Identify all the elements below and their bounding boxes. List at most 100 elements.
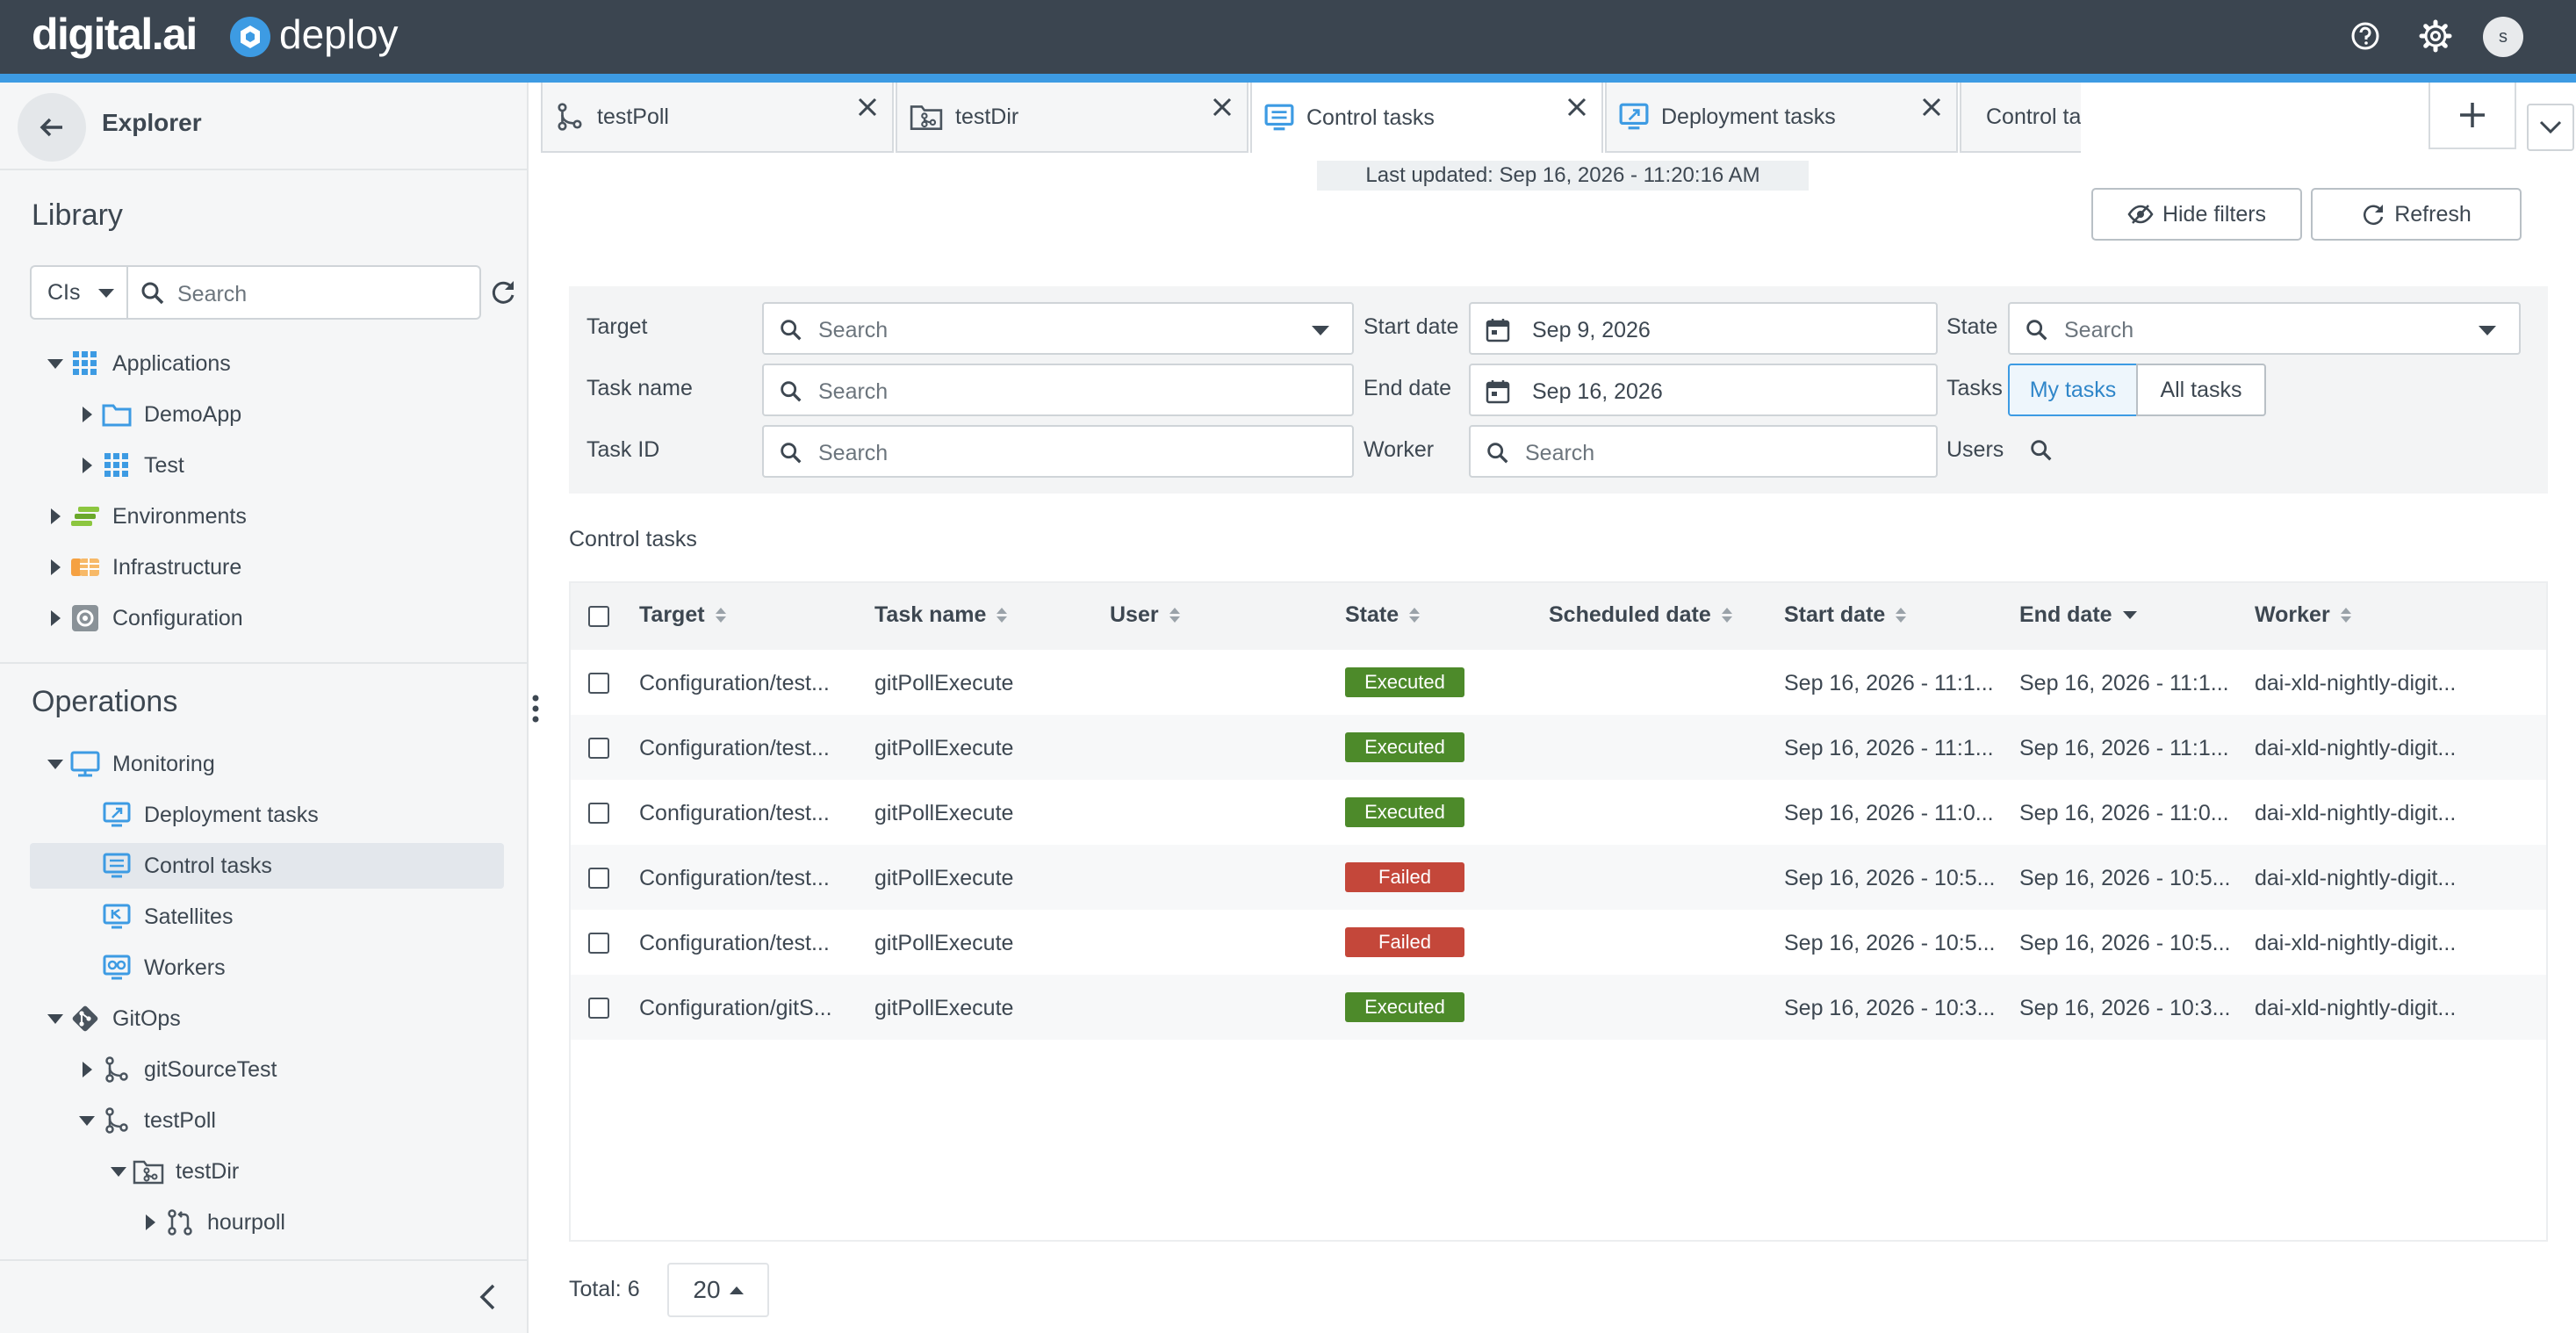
refresh-button[interactable]: Refresh [2311,188,2522,241]
column-start-date[interactable]: Start date [1784,602,1907,628]
tab-control-tasks[interactable]: Control tasks [1250,83,1603,153]
table-row[interactable]: Configuration/test... gitPollExecute Exe… [571,715,2546,780]
tree-item-test[interactable]: Test [76,443,184,488]
chevron-down-icon [79,1115,95,1126]
page-size-select[interactable]: 20 [667,1263,769,1317]
ci-type-select[interactable]: CIs [30,265,128,320]
tree-item-deployment-tasks[interactable]: Deployment tasks [76,792,319,838]
divider [0,662,529,664]
control-tasks-icon [98,853,135,879]
worker-filter-input[interactable]: Search [1469,425,1938,478]
search-icon [141,282,164,305]
caret-down-icon[interactable] [2479,326,2496,335]
row-checkbox[interactable] [588,933,609,954]
cell-target[interactable]: Configuration/test... [639,866,830,891]
row-checkbox[interactable] [588,738,609,759]
search-placeholder: Search [818,379,889,404]
caret-down-icon[interactable] [1312,326,1329,335]
start-date-input[interactable]: Sep 9, 2026 [1469,302,1938,355]
tree-item-testdir[interactable]: testDir [107,1149,239,1194]
cell-target[interactable]: Configuration/test... [639,801,830,826]
row-checkbox[interactable] [588,803,609,824]
tree-item-satellites[interactable]: Satellites [76,894,233,940]
column-state[interactable]: State [1345,602,1421,628]
cell-end-date: Sep 16, 2026 - 11:1... [2019,671,2229,695]
tab-deployment-tasks[interactable]: Deployment tasks [1605,83,1958,153]
close-icon[interactable] [1565,95,1589,119]
column-user[interactable]: User [1110,602,1180,628]
target-filter-label: Target [586,314,648,339]
end-date-input[interactable]: Sep 16, 2026 [1469,364,1938,416]
add-tab-button[interactable] [2428,83,2516,149]
select-all-checkbox[interactable] [588,606,609,627]
row-checkbox[interactable] [588,673,609,694]
close-icon[interactable] [1919,95,1944,119]
task-id-filter-input[interactable]: Search [762,425,1354,478]
tree-item-infrastructure[interactable]: Infrastructure [44,544,241,590]
cell-target[interactable]: Configuration/test... [639,736,830,761]
column-target[interactable]: Target [639,602,726,628]
cell-target[interactable]: Configuration/test... [639,671,830,696]
collapse-sidebar-icon[interactable] [474,1282,502,1312]
column-scheduled-date[interactable]: Scheduled date [1549,602,1732,628]
end-date-value: Sep 16, 2026 [1532,379,1663,404]
monitor-icon [67,751,104,777]
cell-task-name: gitPollExecute [874,671,1014,695]
column-task-name[interactable]: Task name [874,602,1008,628]
tab-testdir[interactable]: testDir [896,83,1248,153]
caret-up-icon [729,1286,744,1294]
help-icon[interactable] [2346,17,2385,55]
tab-testpoll[interactable]: testPoll [541,83,894,153]
tab-control-task-execute-poll[interactable]: Control task [Execute Poll Now] for Conf… [1960,83,2081,153]
table-row[interactable]: Configuration/test... gitPollExecute Fai… [571,845,2546,910]
tree-item-applications[interactable]: Applications [44,341,231,386]
tree-item-monitoring[interactable]: Monitoring [44,741,215,787]
column-end-date[interactable]: End date [2019,602,2137,628]
cell-worker: dai-xld-nightly-digit... [2255,996,2457,1020]
sidebar-resize-handle[interactable] [532,694,539,724]
all-tasks-toggle[interactable]: All tasks [2136,364,2266,416]
hide-filters-button[interactable]: Hide filters [2091,188,2302,241]
cell-target[interactable]: Configuration/gitS... [639,996,832,1021]
refresh-tree-icon[interactable] [488,277,518,307]
tree-item-testpoll[interactable]: testPoll [76,1098,216,1143]
row-checkbox[interactable] [588,868,609,889]
tree-item-gitsourcetest[interactable]: gitSourceTest [76,1047,277,1092]
sort-icon [2340,608,2351,623]
my-tasks-toggle[interactable]: My tasks [2008,364,2138,416]
task-id-filter-label: Task ID [586,437,660,462]
tree-item-configuration[interactable]: Configuration [44,595,243,641]
user-avatar[interactable]: s [2483,17,2523,57]
tree-item-hourpoll[interactable]: hourpoll [139,1200,285,1245]
users-search-icon[interactable] [2028,437,2054,464]
tree-item-workers[interactable]: Workers [76,945,226,991]
back-button[interactable] [18,93,86,162]
library-search-input[interactable]: Search [126,265,481,320]
operations-heading: Operations [32,685,178,718]
tree-item-gitops[interactable]: GitOps [44,996,181,1041]
column-label: Scheduled date [1549,602,1711,627]
table-row[interactable]: Configuration/gitS... gitPollExecute Exe… [571,975,2546,1040]
column-label: State [1345,602,1400,627]
table-row[interactable]: Configuration/test... gitPollExecute Exe… [571,780,2546,845]
task-name-filter-input[interactable]: Search [762,364,1354,416]
close-icon[interactable] [1210,95,1234,119]
brand-logo[interactable]: digital.ai [32,9,198,60]
tree-item-control-tasks[interactable]: Control tasks [30,843,504,889]
close-icon[interactable] [855,95,880,119]
tab-list-button[interactable] [2527,104,2574,151]
table-row[interactable]: Configuration/test... gitPollExecute Exe… [571,650,2546,715]
cell-target[interactable]: Configuration/test... [639,931,830,956]
deploy-logo-icon [230,17,270,57]
settings-icon[interactable] [2416,17,2455,55]
tree-item-demoapp[interactable]: DemoApp [76,392,241,437]
row-checkbox[interactable] [588,998,609,1019]
table-row[interactable]: Configuration/test... gitPollExecute Fai… [571,910,2546,975]
column-worker[interactable]: Worker [2255,602,2351,628]
target-filter-input[interactable]: Search [762,302,1354,355]
tree-item-environments[interactable]: Environments [44,494,247,539]
divider [0,1259,529,1261]
explorer-title: Explorer [102,109,202,136]
chevron-down-icon [2539,120,2562,134]
state-filter-input[interactable]: Search [2008,302,2521,355]
